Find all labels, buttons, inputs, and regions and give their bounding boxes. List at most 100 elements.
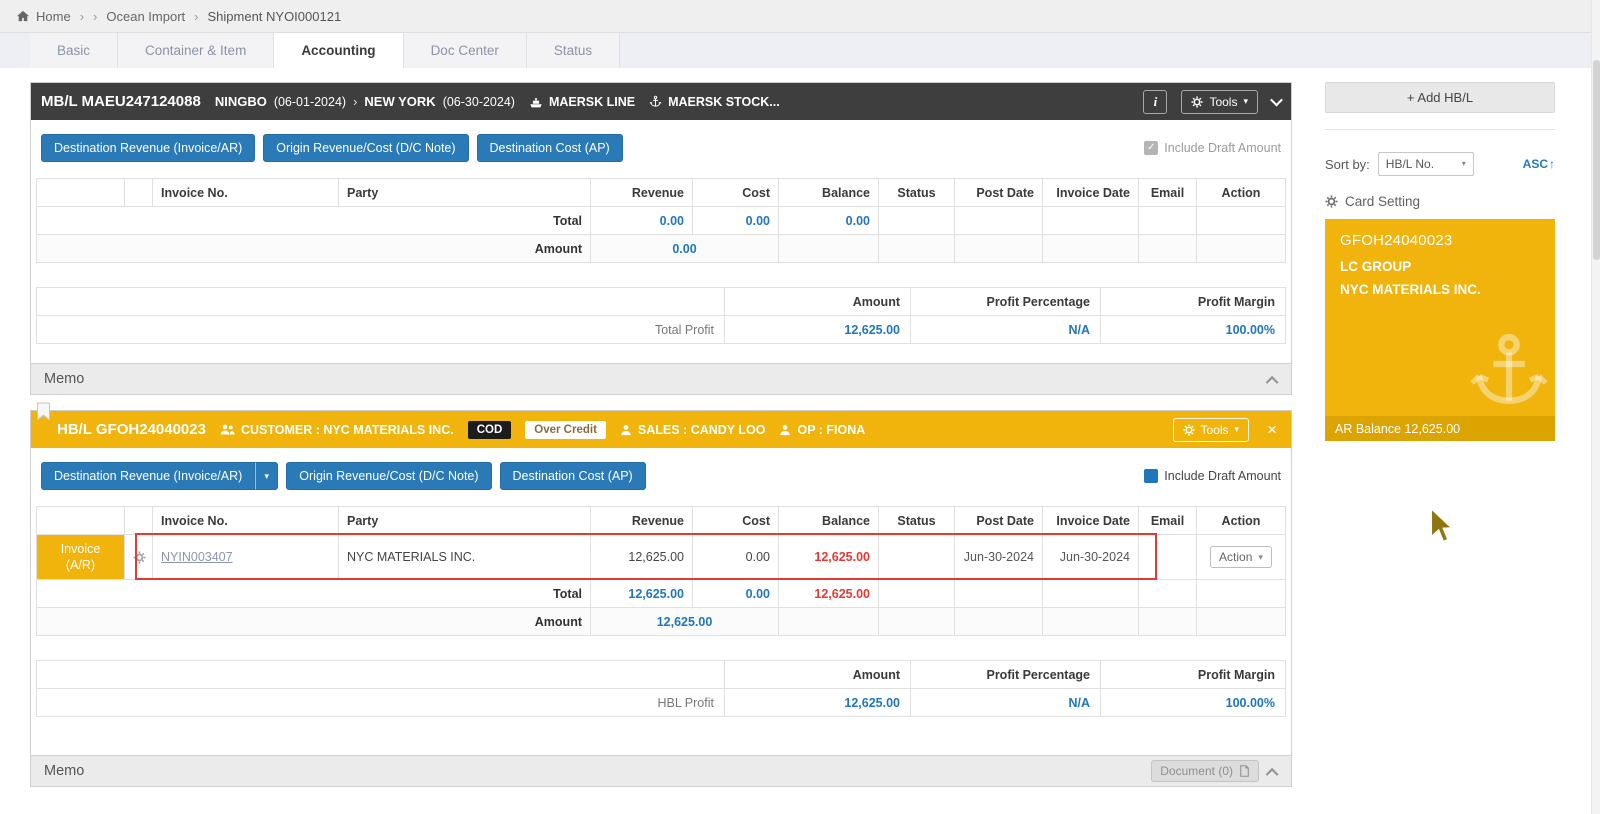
mbl-total-row: Total 0.00 0.00 0.00	[36, 206, 1286, 235]
arrow-up-icon: ↑	[1549, 157, 1555, 171]
col-balance: Balance	[778, 506, 879, 535]
amount-label: Amount	[36, 607, 591, 636]
total-cost: 0.00	[692, 579, 779, 608]
collapse-up-icon[interactable]	[1265, 375, 1279, 389]
mbl-actions-row: Destination Revenue (Invoice/AR) Origin …	[41, 134, 1281, 162]
total-profit-margin: 100.00%	[1100, 315, 1286, 344]
amount-value: 0.00	[590, 234, 779, 263]
include-draft-checkbox[interactable]: ✓ Include Draft Amount	[1144, 469, 1281, 483]
invoice-date-cell: Jun-30-2024	[1042, 534, 1139, 580]
sort-field-select[interactable]: HB/L No. ▾	[1377, 152, 1474, 176]
anchor-icon	[1467, 329, 1551, 413]
eta-date: (06-30-2024)	[442, 94, 515, 109]
status-cell	[878, 534, 955, 580]
col-balance: Balance	[778, 178, 879, 207]
balance-cell: 12,625.00	[778, 534, 879, 580]
collapse-chevron-icon[interactable]	[1270, 93, 1283, 107]
col-status: Status	[878, 178, 955, 207]
close-icon[interactable]: ×	[1263, 421, 1281, 438]
invoice-number-link[interactable]: NYIN003407	[161, 550, 233, 564]
caret-down-icon: ▾	[1258, 551, 1263, 562]
sales-label: SALES : CANDY LOO	[620, 423, 765, 437]
tab-container-item[interactable]: Container & Item	[118, 33, 275, 68]
tab-accounting[interactable]: Accounting	[274, 33, 404, 68]
divider	[1325, 129, 1555, 130]
card-customer-name: NYC MATERIALS INC.	[1340, 282, 1481, 297]
op-label: OP : FIONA	[779, 423, 865, 437]
hbl-total-row: Total 12,625.00 0.00 12,625.00	[36, 579, 1286, 608]
hbl-amount-row: Amount 12,625.00	[36, 607, 1286, 636]
table-header-row: Invoice No. Party Revenue Cost Balance S…	[36, 178, 1286, 207]
gear-icon	[133, 551, 146, 564]
origin-revenue-cost-button[interactable]: Origin Revenue/Cost (D/C Note)	[263, 134, 469, 162]
total-label: Total	[36, 579, 591, 608]
origin-revenue-cost-button[interactable]: Origin Revenue/Cost (D/C Note)	[286, 462, 492, 490]
hbl-tools-button[interactable]: Tools ▾	[1172, 417, 1250, 442]
col-post-date: Post Date	[954, 178, 1043, 207]
col-post-date: Post Date	[954, 506, 1043, 535]
col-revenue: Revenue	[590, 506, 693, 535]
tab-doc-center[interactable]: Doc Center	[403, 33, 527, 68]
breadcrumb-shipment: Shipment NYOI000121	[207, 8, 342, 24]
mbl-amount-row: Amount 0.00	[36, 234, 1286, 263]
caret-down-icon: ▾	[1234, 424, 1240, 434]
card-group-name: LC GROUP	[1340, 259, 1412, 274]
col-email: Email	[1138, 178, 1197, 207]
col-profit-margin: Profit Margin	[1100, 660, 1286, 689]
col-action: Action	[1196, 178, 1286, 207]
scrollbar-thumb[interactable]	[1593, 60, 1600, 260]
party-cell: NYC MATERIALS INC.	[338, 534, 591, 580]
col-invoice-no: Invoice No.	[152, 506, 339, 535]
col-party: Party	[338, 506, 591, 535]
chevron-right-icon: ›	[353, 94, 358, 109]
info-button[interactable]: i	[1143, 89, 1168, 114]
col-profit-percentage: Profit Percentage	[910, 660, 1101, 689]
hbl-header: HB/L GFOH24040023 CUSTOMER : NYC MATERIA…	[31, 411, 1291, 448]
mbl-tools-button[interactable]: Tools ▾	[1181, 89, 1258, 114]
mouse-cursor	[1430, 507, 1455, 543]
memo-label: Memo	[44, 763, 85, 779]
tab-basic[interactable]: Basic	[30, 33, 119, 68]
total-cost: 0.00	[692, 206, 779, 235]
origin-port: NINGBO	[214, 94, 267, 109]
mbl-route: NINGBO (06-01-2024) › NEW YORK (06-30-20…	[215, 94, 515, 109]
amount-label: Amount	[36, 234, 591, 263]
col-profit-margin: Profit Margin	[1100, 287, 1286, 316]
add-hbl-button[interactable]: + Add HB/L	[1325, 82, 1555, 113]
people-icon	[220, 423, 235, 436]
destination-port: NEW YORK	[364, 94, 436, 109]
total-profit-amount: 12,625.00	[724, 315, 911, 344]
total-revenue: 0.00	[590, 206, 693, 235]
gear-icon	[1183, 424, 1195, 436]
destination-revenue-button[interactable]: Destination Revenue (Invoice/AR)	[41, 134, 256, 162]
shipment-tabs: Basic Container & Item Accounting Doc Ce…	[0, 33, 1600, 68]
tab-status[interactable]: Status	[526, 33, 621, 68]
stock-info: MAERSK STOCK...	[649, 95, 780, 109]
breadcrumb-ocean-import[interactable]: Ocean Import	[106, 9, 185, 24]
sort-by-label: Sort by:	[1325, 156, 1370, 172]
destination-cost-button[interactable]: Destination Cost (AP)	[476, 134, 623, 162]
sort-direction-toggle[interactable]: ASC ↑	[1523, 157, 1555, 171]
over-credit-badge: Over Credit	[525, 420, 606, 439]
document-button[interactable]: Document (0)	[1151, 760, 1259, 782]
col-profit-amount: Amount	[724, 287, 911, 316]
mbl-section: MB/L MAEU247124088 NINGBO (06-01-2024) ›…	[30, 82, 1292, 395]
hbl-card[interactable]: GFOH24040023 LC GROUP NYC MATERIALS INC.…	[1325, 219, 1555, 441]
row-action-button[interactable]: Action ▾	[1210, 546, 1272, 568]
chevron-right-icon: ›	[79, 8, 85, 24]
destination-revenue-caret[interactable]: ▾	[255, 462, 279, 490]
include-draft-checkbox[interactable]: ✓ Include Draft Amount	[1144, 141, 1281, 155]
hbl-memo-bar: Memo Document (0)	[31, 755, 1291, 786]
scrollbar-track	[1591, 0, 1600, 814]
destination-cost-button[interactable]: Destination Cost (AP)	[499, 462, 646, 490]
destination-revenue-button[interactable]: Destination Revenue (Invoice/AR)	[41, 462, 256, 490]
card-setting-button[interactable]: Card Setting	[1325, 194, 1555, 209]
mbl-memo-bar: Memo	[31, 363, 1291, 394]
row-settings-gear[interactable]	[124, 534, 153, 580]
total-revenue: 12,625.00	[590, 579, 693, 608]
collapse-up-icon[interactable]	[1265, 767, 1279, 781]
hbl-profit-margin: 100.00%	[1100, 688, 1286, 717]
col-revenue: Revenue	[590, 178, 693, 207]
sort-row: Sort by: HB/L No. ▾ ASC ↑	[1325, 152, 1555, 176]
breadcrumb-home[interactable]: Home	[16, 9, 71, 24]
